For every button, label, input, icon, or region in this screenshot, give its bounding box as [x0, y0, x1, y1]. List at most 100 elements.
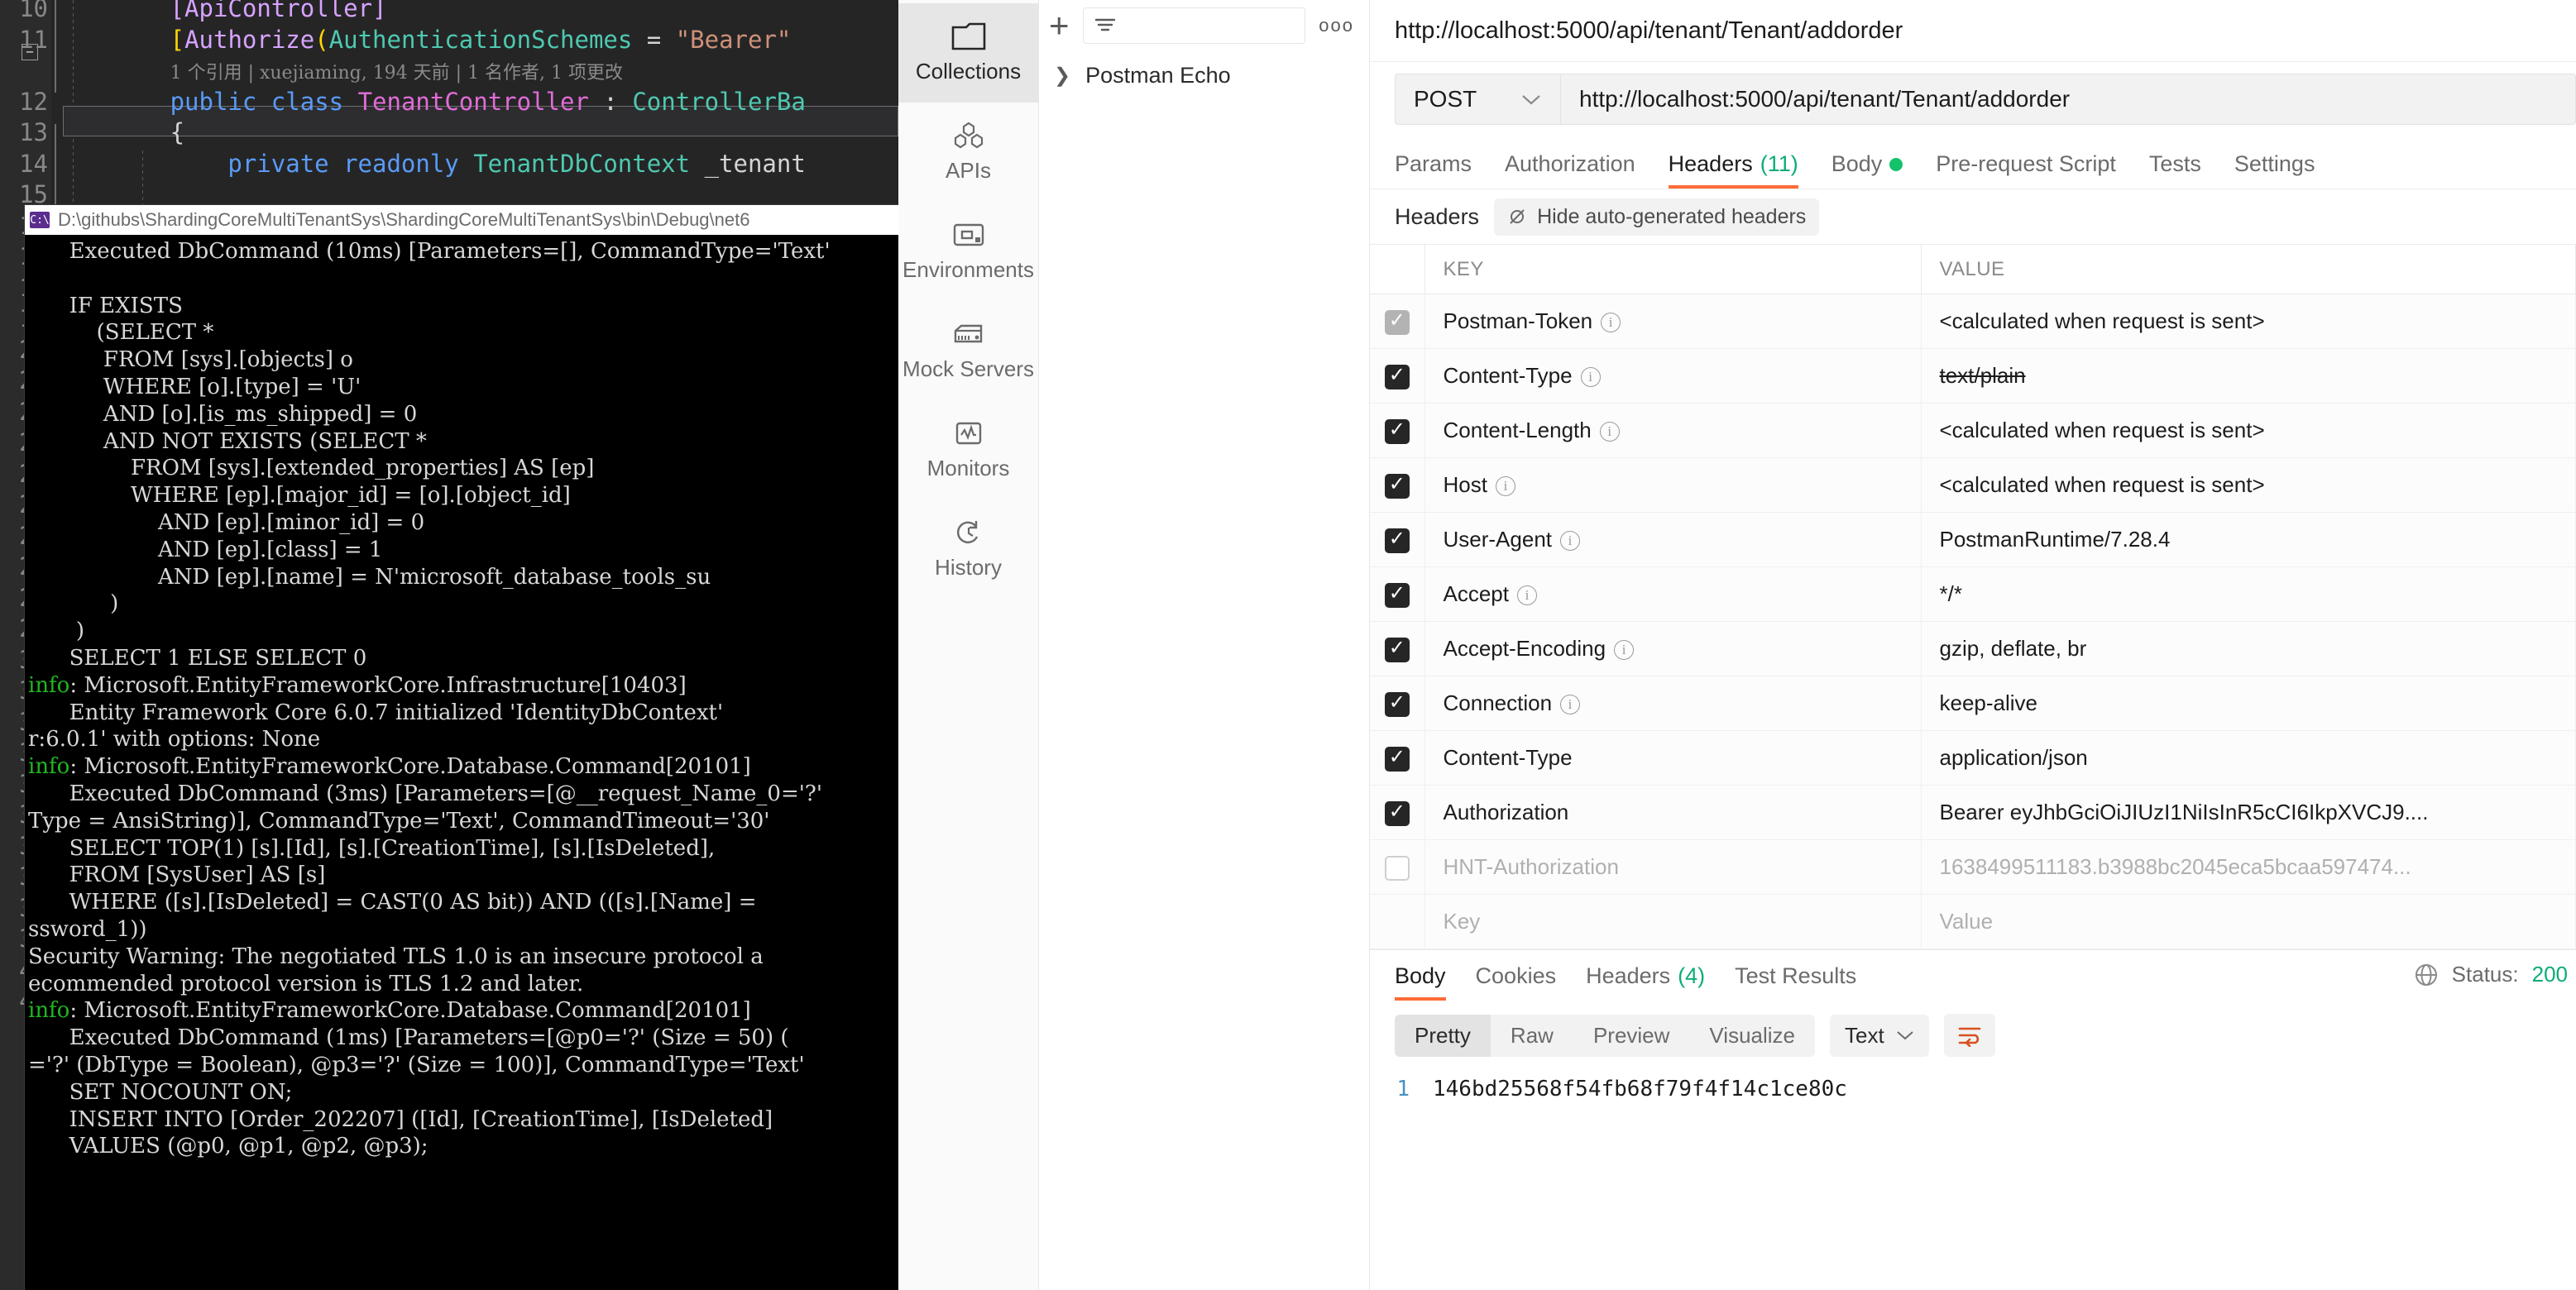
header-key-cell[interactable]: Key	[1424, 894, 1922, 949]
row-checkbox[interactable]	[1384, 308, 1410, 335]
view-mode-pretty[interactable]: Pretty	[1395, 1014, 1491, 1057]
view-mode-visualize[interactable]: Visualize	[1689, 1015, 1815, 1057]
header-value-cell[interactable]: PostmanRuntime/7.28.4	[1921, 512, 2576, 567]
tab-authorization[interactable]: Authorization	[1505, 151, 1635, 189]
view-mode-raw[interactable]: Raw	[1491, 1015, 1573, 1057]
row-checkbox[interactable]	[1384, 744, 1410, 772]
header-value-cell[interactable]: gzip, deflate, br	[1921, 621, 2576, 676]
header-value-cell[interactable]: <calculated when request is sent>	[1921, 457, 2576, 513]
table-row[interactable]: User-Agent i PostmanRuntime/7.28.4	[1370, 512, 2576, 567]
tab-params[interactable]: Params	[1395, 151, 1472, 189]
hide-autogenerated-headers-button[interactable]: Hide auto-generated headers	[1494, 198, 1820, 236]
console-window[interactable]: C:\ D:\githubs\ShardingCoreMultiTenantSy…	[25, 205, 898, 1290]
header-key-cell[interactable]: HNT-Authorization	[1424, 839, 1922, 895]
tab-settings[interactable]: Settings	[2234, 151, 2315, 189]
row-checkbox[interactable]	[1384, 690, 1410, 717]
header-key-cell[interactable]: Content-Type i	[1424, 348, 1922, 404]
header-value-cell[interactable]: */*	[1921, 566, 2576, 622]
response-tab-test-results[interactable]: Test Results	[1735, 963, 1856, 1001]
header-key-cell[interactable]: Accept-Encoding i	[1424, 621, 1922, 676]
tab-headers[interactable]: Headers (11)	[1668, 151, 1798, 189]
table-row[interactable]: Content-Type i text/plain	[1370, 348, 2576, 404]
header-value-cell[interactable]: <calculated when request is sent>	[1921, 403, 2576, 458]
row-checkbox-cell[interactable]	[1370, 457, 1425, 513]
header-key-cell[interactable]: Authorization	[1424, 785, 1922, 840]
row-checkbox-cell[interactable]	[1370, 839, 1425, 895]
response-body[interactable]: 1 146bd25568f54fb68f79f4f14c1ce80c	[1370, 1057, 2576, 1101]
table-row[interactable]: Key Value	[1370, 894, 2576, 949]
row-checkbox[interactable]	[1384, 417, 1410, 444]
sidebar-item-mock-servers[interactable]: Mock Servers	[898, 301, 1038, 400]
row-checkbox-cell[interactable]	[1370, 512, 1425, 567]
info-icon[interactable]: i	[1517, 585, 1537, 605]
header-value-cell[interactable]: Bearer eyJhbGciOiJIUzI1NiIsInR5cCI6IkpXV…	[1921, 785, 2576, 840]
http-method-select[interactable]: POST	[1395, 74, 1560, 125]
list-item[interactable]: ❯ Postman Echo	[1039, 51, 1369, 99]
info-icon[interactable]: i	[1599, 422, 1620, 442]
row-checkbox[interactable]	[1384, 526, 1410, 553]
table-row[interactable]: Authorization Bearer eyJhbGciOiJIUzI1NiIs…	[1370, 785, 2576, 840]
row-checkbox[interactable]	[1384, 855, 1410, 881]
header-key-cell[interactable]: Postman-Token i	[1424, 294, 1922, 349]
header-key-cell[interactable]: Content-Length i	[1424, 403, 1922, 458]
header-key-cell[interactable]: Accept i	[1424, 566, 1922, 622]
sidebar-item-history[interactable]: History	[898, 499, 1038, 599]
table-row[interactable]: Content-Type application/json	[1370, 730, 2576, 786]
table-row[interactable]: Hosti <calculated when request is sent>	[1370, 457, 2576, 513]
row-checkbox-cell[interactable]	[1370, 785, 1425, 840]
sidebar-item-apis[interactable]: APIs	[898, 103, 1038, 202]
view-mode-preview[interactable]: Preview	[1573, 1015, 1689, 1057]
request-url-input[interactable]: http://localhost:5000/api/tenant/Tenant/…	[1560, 74, 2576, 125]
table-row[interactable]: Accept-Encoding i gzip, deflate, br	[1370, 621, 2576, 676]
console-titlebar[interactable]: C:\ D:\githubs\ShardingCoreMultiTenantSy…	[25, 205, 898, 235]
header-key-cell[interactable]: Connection i	[1424, 676, 1922, 731]
sidebar-item-monitors[interactable]: Monitors	[898, 400, 1038, 499]
header-value-cell[interactable]: text/plain	[1921, 348, 2576, 404]
header-key-cell[interactable]: Content-Type	[1424, 730, 1922, 786]
table-row[interactable]: Postman-Token i <calculated when request i…	[1370, 294, 2576, 349]
table-row[interactable]: Content-Length i <calculated when request …	[1370, 403, 2576, 458]
new-item-button[interactable]: +	[1049, 8, 1070, 43]
response-tab-cookies[interactable]: Cookies	[1476, 963, 1557, 1001]
row-checkbox-cell[interactable]	[1370, 348, 1425, 404]
info-icon[interactable]: i	[1580, 367, 1601, 387]
header-value-cell[interactable]: 1638499511183.b3988bc2045eca5bcaa597474.…	[1921, 839, 2576, 895]
info-icon[interactable]: i	[1614, 640, 1635, 660]
header-value-cell[interactable]: <calculated when request is sent>	[1921, 294, 2576, 349]
collections-more-button[interactable]: ooo	[1319, 15, 1354, 36]
row-checkbox-cell[interactable]	[1370, 403, 1425, 458]
table-row[interactable]: Accepti */*	[1370, 566, 2576, 622]
header-value-cell[interactable]: keep-alive	[1921, 676, 2576, 731]
info-icon[interactable]: i	[1560, 695, 1581, 714]
sidebar-item-environments[interactable]: Environments	[898, 202, 1038, 301]
row-checkbox-cell[interactable]	[1370, 294, 1425, 349]
row-checkbox-cell[interactable]	[1370, 730, 1425, 786]
row-checkbox-cell[interactable]	[1370, 566, 1425, 622]
row-checkbox[interactable]	[1384, 799, 1410, 826]
row-checkbox-cell[interactable]	[1370, 894, 1425, 949]
row-checkbox[interactable]	[1384, 471, 1410, 499]
info-icon[interactable]: i	[1560, 531, 1580, 551]
response-tab-body[interactable]: Body	[1395, 963, 1446, 1001]
header-key-cell[interactable]: User-Agent i	[1424, 512, 1922, 567]
info-icon[interactable]: i	[1495, 476, 1515, 496]
sidebar-item-collections[interactable]: Collections	[898, 3, 1038, 103]
table-row[interactable]: Connection i keep-alive	[1370, 676, 2576, 731]
code-editor-pane[interactable]: − 10 [ApiController] 11 [Authorize(Authenti…	[0, 0, 898, 1290]
row-checkbox[interactable]	[1384, 362, 1410, 389]
row-checkbox-cell[interactable]	[1370, 676, 1425, 731]
wrap-lines-button[interactable]	[1943, 1014, 1995, 1057]
response-tab-headers[interactable]: Headers (4)	[1586, 963, 1705, 1001]
tab-pre-request-script[interactable]: Pre-request Script	[1936, 151, 2116, 189]
response-format-select[interactable]: Text	[1830, 1014, 1929, 1057]
header-value-cell[interactable]: Value	[1921, 894, 2576, 949]
tab-body[interactable]: Body	[1831, 151, 1903, 189]
table-row[interactable]: HNT-Authorization 1638499511183.b3988bc20…	[1370, 839, 2576, 895]
header-key-cell[interactable]: Host i	[1424, 457, 1922, 513]
row-checkbox-cell[interactable]	[1370, 621, 1425, 676]
info-icon[interactable]: i	[1601, 313, 1621, 332]
tab-tests[interactable]: Tests	[2149, 151, 2201, 189]
header-value-cell[interactable]: application/json	[1921, 730, 2576, 786]
row-checkbox[interactable]	[1384, 580, 1410, 608]
row-checkbox[interactable]	[1384, 635, 1410, 662]
